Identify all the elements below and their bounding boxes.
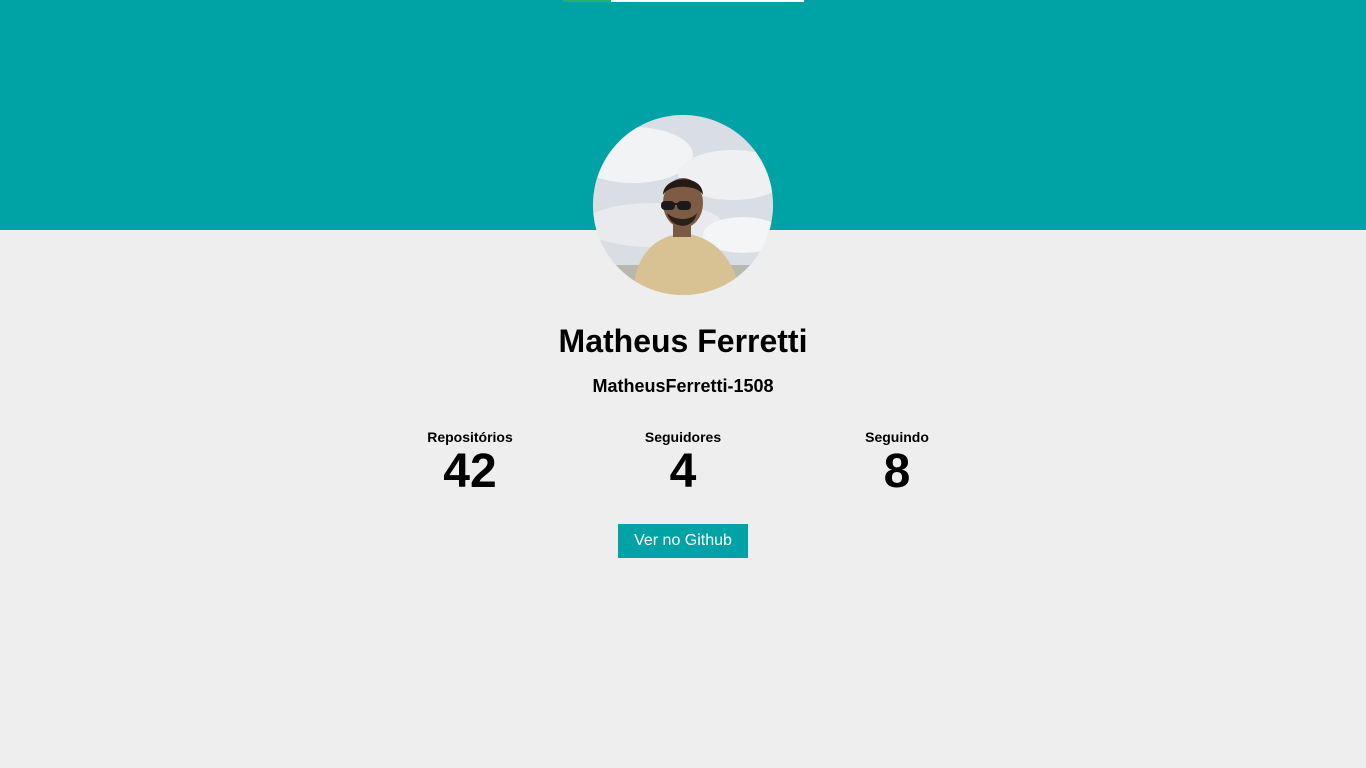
- loading-bar-progress: [563, 0, 612, 2]
- avatar: [593, 115, 773, 295]
- loading-bar: [563, 0, 804, 2]
- stats-row: Repositórios 42 Seguidores 4 Seguindo 8: [0, 428, 1366, 498]
- stat-following-value: 8: [883, 445, 911, 498]
- stat-following: Seguindo 8: [797, 428, 997, 498]
- stat-following-label: Seguindo: [865, 429, 929, 445]
- stat-followers-label: Seguidores: [644, 429, 722, 445]
- stat-followers: Seguidores 4: [583, 428, 783, 498]
- stat-followers-value: 4: [669, 445, 697, 498]
- stat-repositories-value: 42: [443, 445, 497, 498]
- user-photo-icon: [593, 115, 773, 295]
- stat-repositories: Repositórios 42: [370, 428, 570, 498]
- stat-repositories-label: Repositórios: [427, 429, 513, 445]
- profile-name: Matheus Ferretti: [558, 323, 808, 359]
- view-on-github-button[interactable]: Ver no Github: [618, 524, 748, 558]
- profile-username: MatheusFerretti-1508: [592, 376, 774, 396]
